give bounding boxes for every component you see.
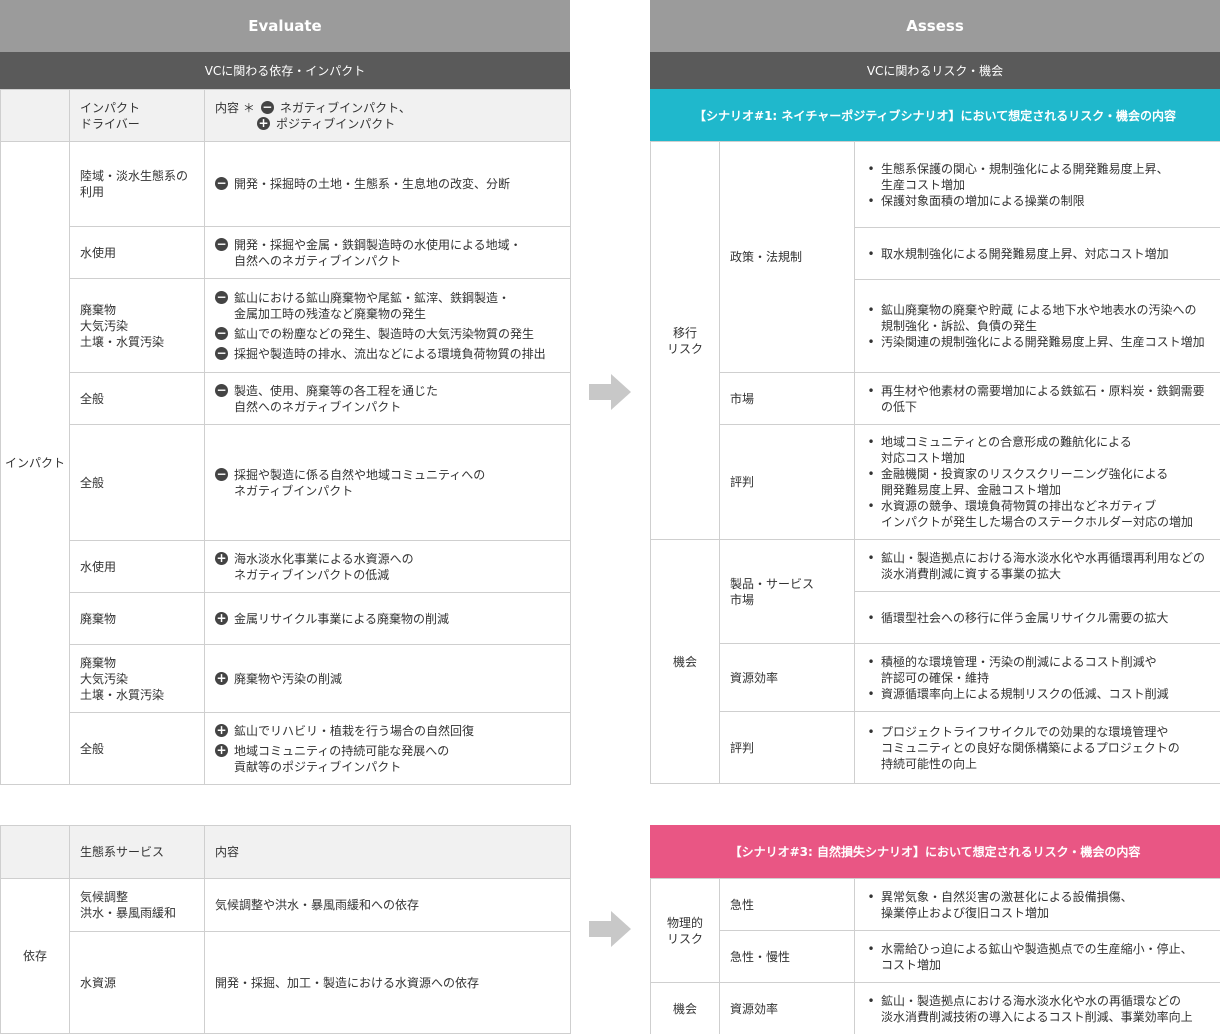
opportunity-content: • 積極的な環境管理・汚染の削減によるコスト削減や 許認可の確保・維持 • 資源循環… — [854, 643, 1220, 712]
market-label: 市場 — [719, 372, 855, 425]
efficiency3-label: 資源効率 — [719, 982, 855, 1034]
plus-icon: + — [215, 742, 228, 757]
impact-driver: 廃棄物 大気汚染 土壌・水質汚染 — [69, 644, 205, 713]
evaluate-subheader: VCに関わる依存・インパクト — [0, 52, 570, 89]
impact-content: + 海水淡水化事業による水資源への ネガティブインパクトの低減 — [204, 540, 571, 593]
dependency-content: 気候調整や洪水・暴風雨緩和への依存 — [204, 878, 571, 932]
scenario3-banner: 【シナリオ#3: 自然損失シナリオ】において想定されるリスク・機会の内容 — [650, 825, 1220, 878]
risk-content: • 生態系保護の関心・規制強化による開発難易度上昇、 生産コスト増加 • 保護対象面… — [854, 141, 1220, 228]
impact-table: インパクト ドライバー 内容 ＊ − ネガティブインパクト、 + ポジティブインパクト… — [0, 89, 571, 785]
impact-header-driver: インパクト ドライバー — [69, 89, 205, 142]
impact-driver: 廃棄物 — [69, 592, 205, 645]
risk-content: • 鉱山廃棄物の廃棄や貯蔵 による地下水や地表水の汚染への 規制強化・訴訟、負債の… — [854, 279, 1220, 373]
impact-content: − 製造、使用、廃棄等の各工程を通じた 自然へのネガティブインパクト — [204, 372, 571, 425]
dependency-header-blank — [0, 825, 70, 879]
impact-content: − 鉱山における鉱山廃棄物や尾鉱・鉱滓、鉄鋼製造・ 金属加工時の残渣など廃棄物の発… — [204, 278, 571, 373]
impact-driver: 水使用 — [69, 540, 205, 593]
impact-content: − 採掘や製造に係る自然や地域コミュニティへの ネガティブインパクト — [204, 424, 571, 541]
opportunity-label: 機会 — [650, 539, 720, 784]
assess-header: Assess — [650, 0, 1220, 52]
plus-icon: + — [215, 610, 228, 625]
impact-driver: 全般 — [69, 372, 205, 425]
impact-driver: 全般 — [69, 424, 205, 541]
dependency-header-content: 内容 — [204, 825, 571, 879]
impact-driver: 陸域・淡水生態系の 利用 — [69, 141, 205, 227]
assess-subheader: VCに関わるリスク・機会 — [650, 52, 1220, 89]
opportunity-content: • 鉱山・製造拠点における海水淡水化や水再循環再利用などの 淡水消費削減に資する事… — [854, 539, 1220, 592]
risk-content: • 異常気象・自然災害の激甚化による設備損傷、 操業停止および復旧コスト増加 — [854, 878, 1220, 931]
impact-content: + 廃棄物や汚染の削減 — [204, 644, 571, 713]
plus-icon: + — [257, 115, 270, 130]
opportunity-content: • 循環型社会への移行に伴う金属リサイクル需要の拡大 — [854, 591, 1220, 644]
minus-icon: − — [215, 382, 228, 397]
risk-content: • 地域コミュニティとの合意形成の難航化による 対応コスト増加 • 金融機関・投資家… — [854, 424, 1220, 540]
opportunity-content: • プロジェクトライフサイクルでの効果的な環境管理や コミュニティとの良好な関係構… — [854, 711, 1220, 784]
impact-header-content: 内容 ＊ − ネガティブインパクト、 + ポジティブインパクト — [204, 89, 571, 142]
minus-icon: − — [215, 236, 228, 251]
minus-icon: − — [215, 466, 228, 481]
scenario1-banner: 【シナリオ#1: ネイチャーポジティブシナリオ】において想定されるリスク・機会の… — [650, 89, 1220, 141]
impact-content: − 開発・採掘時の土地・生態系・生息地の改変、分断 — [204, 141, 571, 227]
scenario3-table: 物理的 リスク 急性 • 異常気象・自然災害の激甚化による設備損傷、 操業停止およ… — [650, 878, 1220, 1034]
reputation2-label: 評判 — [719, 711, 855, 784]
opportunity-content: • 鉱山・製造拠点における海水淡水化や水の再循環などの 淡水消費削減技術の導入によ… — [854, 982, 1220, 1034]
minus-icon: − — [215, 289, 228, 304]
dependency-service: 気候調整 洪水・暴風雨緩和 — [69, 878, 205, 932]
dependency-service: 水資源 — [69, 931, 205, 1034]
impact-driver: 全般 — [69, 712, 205, 785]
chronic-label: 急性・慢性 — [719, 930, 855, 983]
transition-risk-label: 移行 リスク — [650, 141, 720, 540]
dependency-group-label: 依存 — [0, 878, 70, 1034]
minus-icon: − — [260, 99, 274, 114]
impact-driver: 水使用 — [69, 226, 205, 279]
opportunity3-label: 機会 — [650, 982, 720, 1034]
impact-content: + 鉱山でリハビリ・植栽を行う場合の自然回復 + 地域コミュニティの持続可能な発展へ… — [204, 712, 571, 785]
minus-icon: − — [215, 325, 228, 340]
risk-content: • 再生材や他素材の需要増加による鉄鉱石・原料炭・鉄鋼需要 の低下 — [854, 372, 1220, 425]
plus-icon: + — [215, 670, 228, 685]
policy-label: 政策・法規制 — [719, 141, 855, 373]
scenario1-table: 移行 リスク 政策・法規制 • 生態系保護の関心・規制強化による開発難易度上昇、 … — [650, 141, 1220, 784]
efficiency-label: 資源効率 — [719, 643, 855, 712]
impact-content: + 金属リサイクル事業による廃棄物の削減 — [204, 592, 571, 645]
risk-content: • 水需給ひっ迫による鉱山や製造拠点での生産縮小・停止、 コスト増加 — [854, 930, 1220, 983]
impact-driver: 廃棄物 大気汚染 土壌・水質汚染 — [69, 278, 205, 373]
minus-icon: − — [215, 345, 228, 360]
dependency-table: 生態系サービス 内容 依存 気候調整 洪水・暴風雨緩和 気候調整や洪水・暴風雨緩… — [0, 825, 571, 1034]
plus-icon: + — [215, 722, 228, 737]
impact-content: − 開発・採掘や金属・鉄鋼製造時の水使用による地域・ 自然へのネガティブインパクト — [204, 226, 571, 279]
acute-label: 急性 — [719, 878, 855, 931]
arrow-right-icon — [589, 911, 631, 947]
reputation-label: 評判 — [719, 424, 855, 540]
minus-icon: − — [215, 176, 228, 190]
dependency-content: 開発・採掘、加工・製造における水資源への依存 — [204, 931, 571, 1034]
plus-icon: + — [215, 550, 228, 565]
impact-header-blank — [0, 89, 70, 142]
physical-risk-label: 物理的 リスク — [650, 878, 720, 983]
dependency-header-service: 生態系サービス — [69, 825, 205, 879]
evaluate-header: Evaluate — [0, 0, 570, 52]
risk-content: • 取水規制強化による開発難易度上昇、対応コスト増加 — [854, 227, 1220, 280]
arrow-right-icon — [589, 374, 631, 410]
impact-group-label: インパクト — [0, 141, 70, 785]
product-market-label: 製品・サービス 市場 — [719, 539, 855, 644]
